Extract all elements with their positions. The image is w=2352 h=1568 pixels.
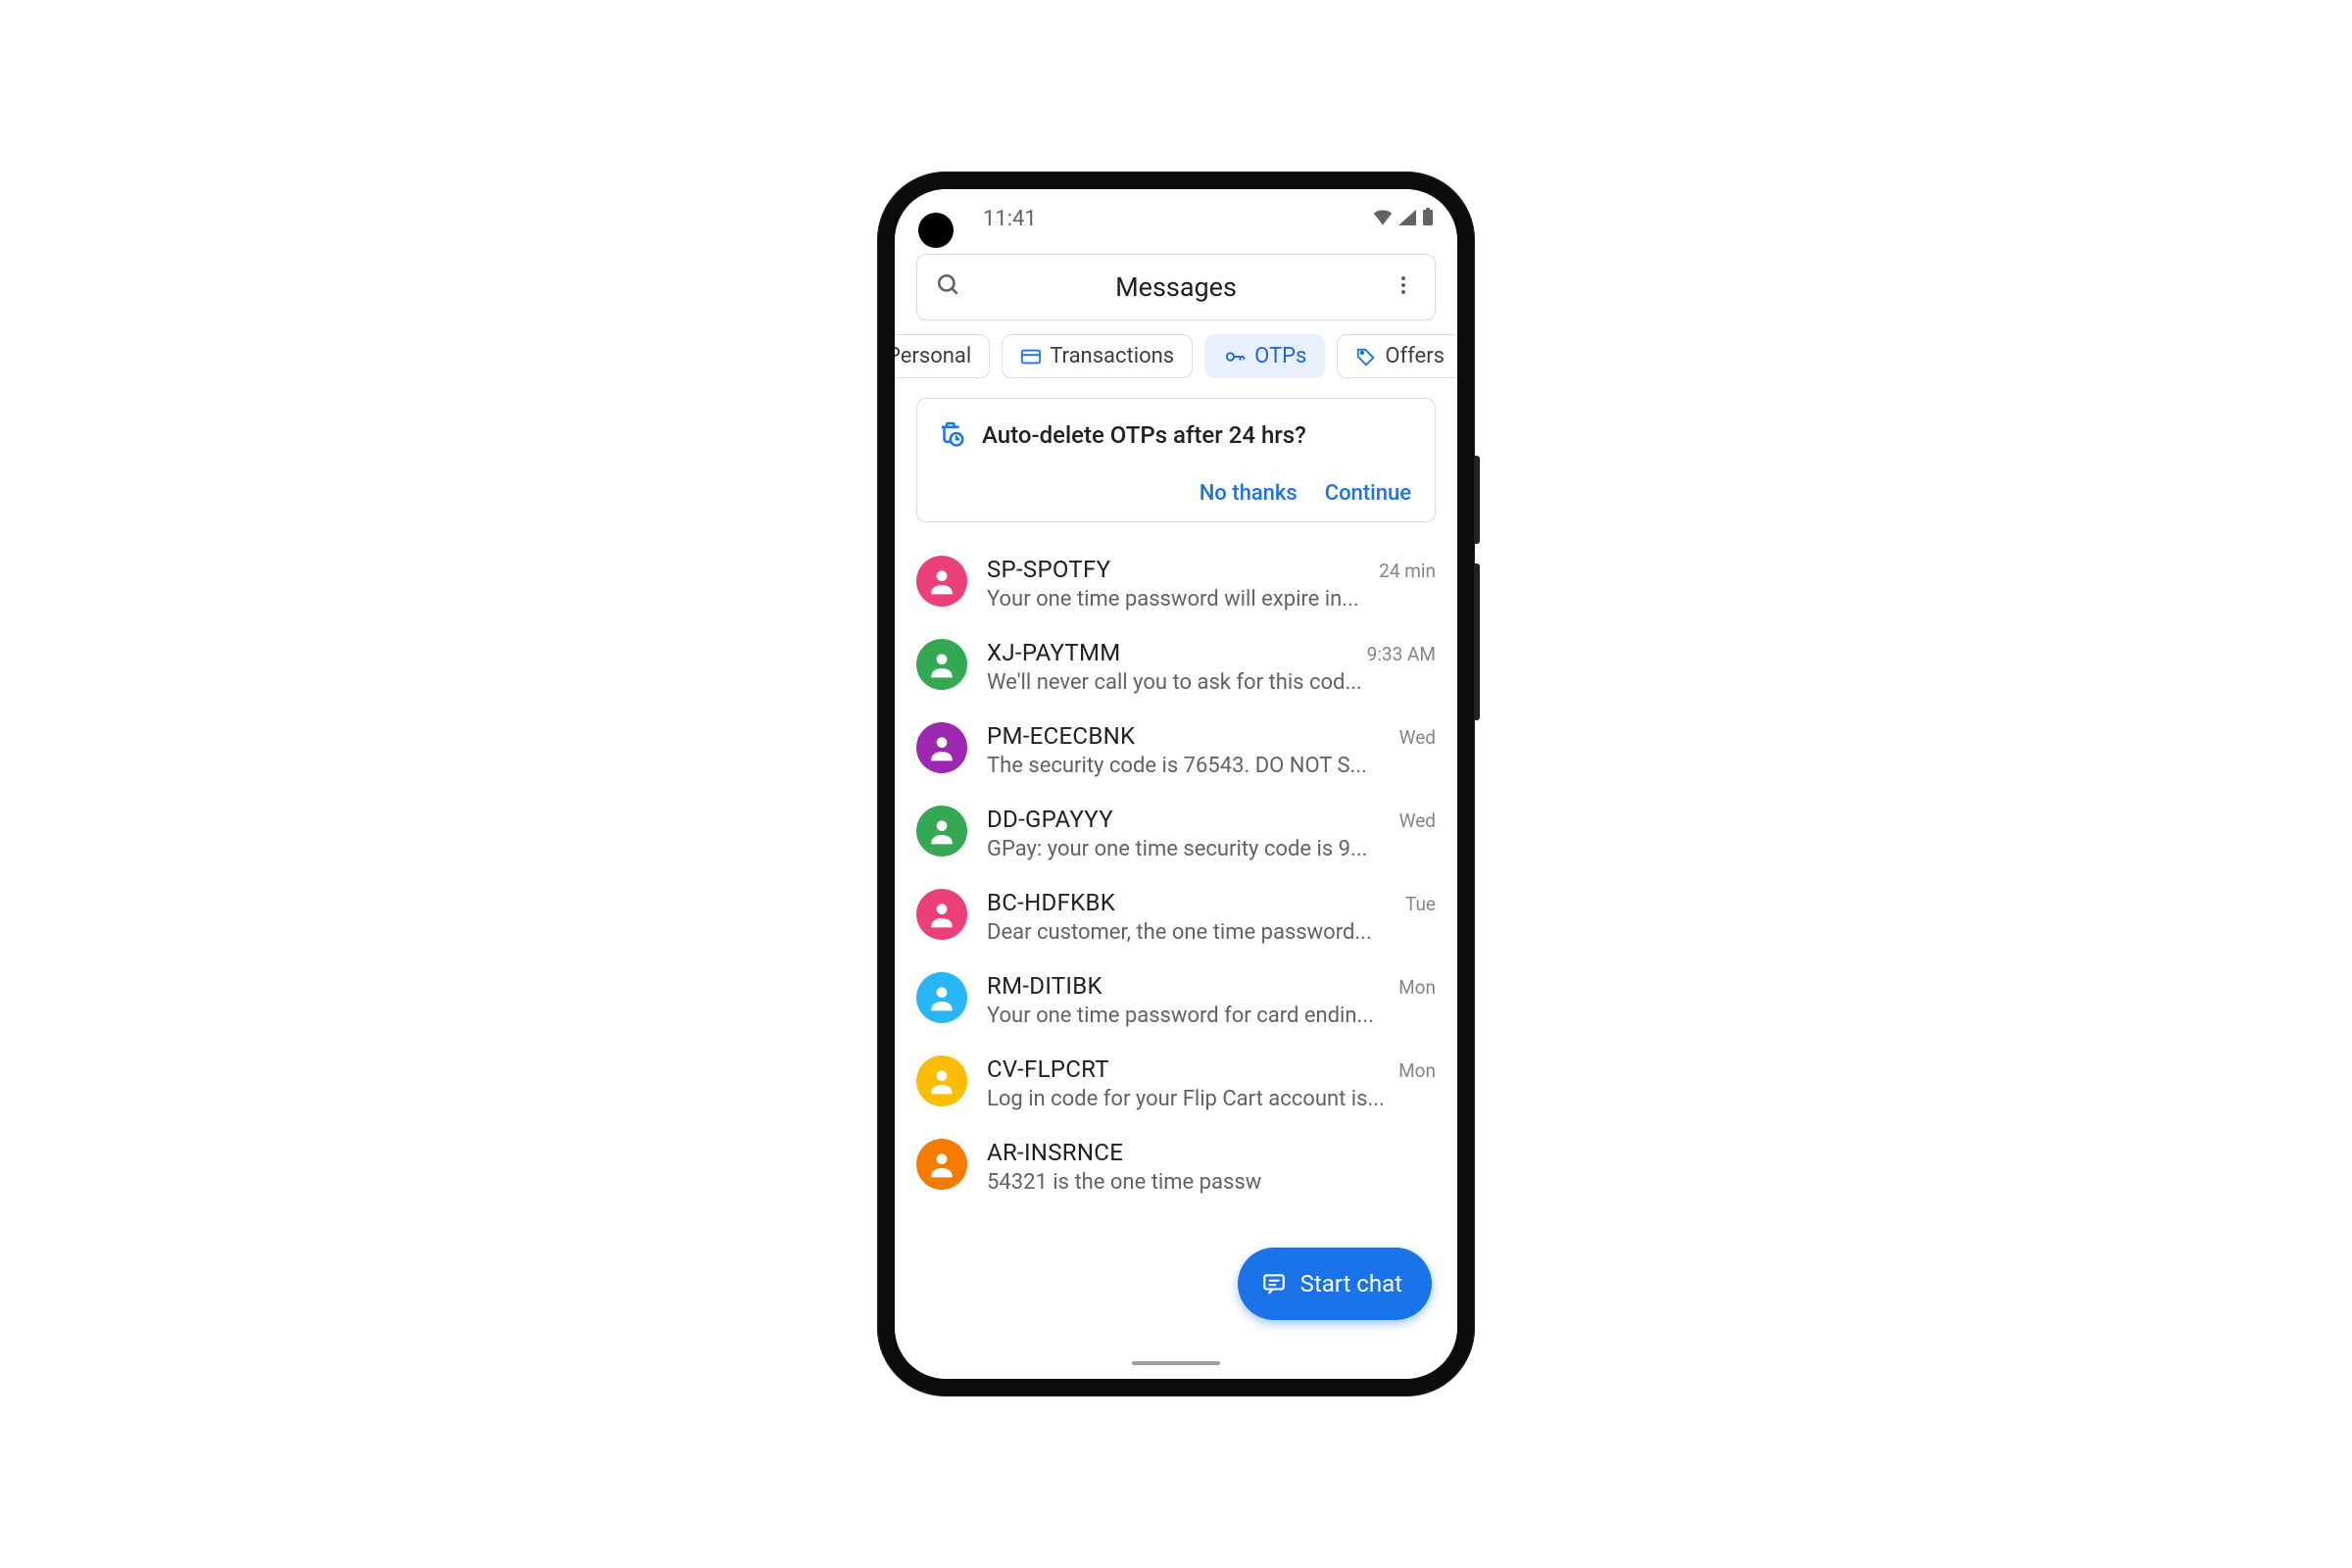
- chip-offers[interactable]: Offers: [1337, 334, 1457, 378]
- conversation-row[interactable]: DD-GPAYYY Wed GPay: your one time security…: [895, 792, 1457, 875]
- avatar: [916, 1055, 967, 1106]
- wifi-icon: [1373, 207, 1393, 231]
- card-icon: [1020, 346, 1042, 368]
- power-button: [1475, 456, 1480, 544]
- conversation-row[interactable]: RM-DITIBK Mon Your one time password for c…: [895, 958, 1457, 1042]
- fab-label: Start chat: [1300, 1270, 1402, 1298]
- conversation-body: BC-HDFKBK Tue Dear customer, the one time …: [987, 889, 1436, 945]
- conversation-time: Wed: [1399, 809, 1436, 832]
- status-time: 11:41: [983, 207, 1037, 231]
- chip-personal[interactable]: Personal: [895, 334, 990, 378]
- app-bar: Messages: [916, 254, 1436, 320]
- more-icon[interactable]: [1384, 273, 1423, 301]
- conversation-preview: Dear customer, the one time password...: [987, 920, 1436, 945]
- conversation-body: SP-SPOTFY 24 min Your one time password wi…: [987, 556, 1436, 612]
- conversation-preview: 54321 is the one time passw: [987, 1170, 1436, 1195]
- conversation-preview: Your one time password will expire in...: [987, 587, 1436, 612]
- conversation-row[interactable]: CV-FLPCRT Mon Log in code for your Flip Ca…: [895, 1042, 1457, 1125]
- chip-label: OTPs: [1254, 344, 1306, 368]
- conversation-sender: AR-INSRNCE: [987, 1139, 1123, 1166]
- conversation-time: Mon: [1398, 1059, 1436, 1082]
- avatar: [916, 722, 967, 773]
- conversation-preview: We'll never call you to ask for this cod…: [987, 670, 1436, 695]
- start-chat-fab[interactable]: Start chat: [1238, 1248, 1432, 1320]
- app-title: Messages: [968, 271, 1384, 303]
- status-bar: 11:41: [895, 189, 1457, 248]
- conversation-time: Tue: [1405, 893, 1436, 915]
- avatar: [916, 972, 967, 1023]
- banner-title: Auto-delete OTPs after 24 hrs?: [982, 421, 1306, 449]
- conversation-sender: BC-HDFKBK: [987, 889, 1115, 916]
- conversation-body: DD-GPAYYY Wed GPay: your one time security…: [987, 806, 1436, 861]
- conversation-time: Mon: [1398, 976, 1436, 999]
- conversation-sender: SP-SPOTFY: [987, 556, 1110, 583]
- banner-decline-button[interactable]: No thanks: [1200, 481, 1298, 506]
- tag-icon: [1355, 346, 1377, 368]
- conversation-body: RM-DITIBK Mon Your one time password for c…: [987, 972, 1436, 1028]
- camera-punch-hole: [918, 213, 954, 248]
- conversation-row[interactable]: AR-INSRNCE 54321 is the one time passw: [895, 1125, 1457, 1208]
- conversation-body: XJ-PAYTMM 9:33 AM We'll never call you to …: [987, 639, 1436, 695]
- conversation-preview: The security code is 76543. DO NOT S...: [987, 754, 1436, 778]
- conversation-time: 9:33 AM: [1367, 643, 1436, 665]
- nav-handle[interactable]: [1132, 1361, 1220, 1365]
- avatar: [916, 1139, 967, 1190]
- avatar: [916, 889, 967, 940]
- conversation-body: PM-ECECBNK Wed The security code is 76543.…: [987, 722, 1436, 778]
- phone-screen: 11:41 Messages P: [895, 189, 1457, 1379]
- volume-button: [1475, 564, 1480, 720]
- category-chips: Personal Transactions OTPs Offers: [895, 334, 1457, 378]
- auto-delete-icon: [937, 418, 966, 452]
- conversation-sender: DD-GPAYYY: [987, 806, 1113, 833]
- chip-label: Offers: [1385, 344, 1445, 368]
- status-icons: [1373, 207, 1434, 231]
- chip-label: Transactions: [1050, 344, 1174, 368]
- phone-frame: 11:41 Messages P: [877, 172, 1475, 1396]
- auto-delete-banner: Auto-delete OTPs after 24 hrs? No thanks…: [916, 398, 1436, 522]
- conversation-row[interactable]: SP-SPOTFY 24 min Your one time password wi…: [895, 542, 1457, 625]
- conversation-sender: RM-DITIBK: [987, 972, 1102, 1000]
- avatar: [916, 806, 967, 857]
- chip-transactions[interactable]: Transactions: [1002, 334, 1193, 378]
- conversation-row[interactable]: XJ-PAYTMM 9:33 AM We'll never call you to …: [895, 625, 1457, 709]
- chip-label: Personal: [895, 344, 971, 368]
- conversation-preview: Your one time password for card endin...: [987, 1004, 1436, 1028]
- avatar: [916, 639, 967, 690]
- conversation-time: Wed: [1399, 726, 1436, 749]
- banner-accept-button[interactable]: Continue: [1325, 481, 1411, 506]
- conversation-sender: CV-FLPCRT: [987, 1055, 1109, 1083]
- chat-icon: [1261, 1271, 1287, 1297]
- avatar: [916, 556, 967, 607]
- battery-icon: [1422, 207, 1434, 231]
- search-icon[interactable]: [929, 272, 968, 302]
- conversation-row[interactable]: BC-HDFKBK Tue Dear customer, the one time …: [895, 875, 1457, 958]
- key-icon: [1223, 346, 1247, 368]
- conversation-preview: GPay: your one time security code is 9..…: [987, 837, 1436, 861]
- conversation-preview: Log in code for your Flip Cart account i…: [987, 1087, 1436, 1111]
- conversation-sender: XJ-PAYTMM: [987, 639, 1121, 666]
- signal-icon: [1398, 207, 1416, 231]
- conversation-row[interactable]: PM-ECECBNK Wed The security code is 76543.…: [895, 709, 1457, 792]
- conversation-body: AR-INSRNCE 54321 is the one time passw: [987, 1139, 1436, 1195]
- conversation-body: CV-FLPCRT Mon Log in code for your Flip Ca…: [987, 1055, 1436, 1111]
- conversation-time: 24 min: [1379, 560, 1436, 582]
- conversation-sender: PM-ECECBNK: [987, 722, 1135, 750]
- chip-otps[interactable]: OTPs: [1204, 334, 1325, 378]
